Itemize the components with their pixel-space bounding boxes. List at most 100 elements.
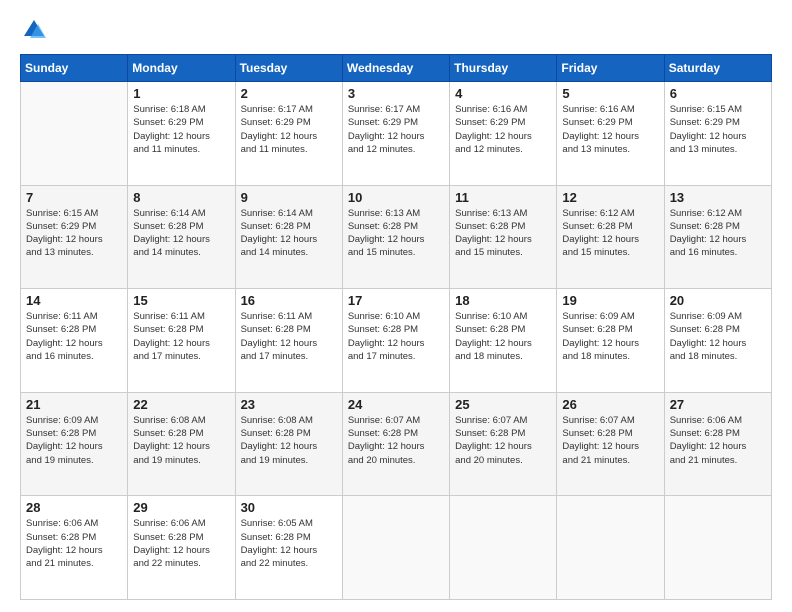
day-number: 9 — [241, 190, 337, 205]
calendar-cell: 13 Sunrise: 6:12 AM Sunset: 6:28 PM Dayli… — [664, 185, 771, 289]
day-info: Sunrise: 6:12 AM Sunset: 6:28 PM Dayligh… — [562, 207, 658, 260]
day-number: 8 — [133, 190, 229, 205]
weekday-header-saturday: Saturday — [664, 55, 771, 82]
calendar-cell: 17 Sunrise: 6:10 AM Sunset: 6:28 PM Dayli… — [342, 289, 449, 393]
calendar-cell: 3 Sunrise: 6:17 AM Sunset: 6:29 PM Daylig… — [342, 82, 449, 186]
calendar-cell: 1Sunrise: 6:18 AM Sunset: 6:29 PM Daylig… — [128, 82, 235, 186]
day-info: Sunrise: 6:08 AM Sunset: 6:28 PM Dayligh… — [133, 414, 229, 467]
calendar-cell: 15 Sunrise: 6:11 AM Sunset: 6:28 PM Dayli… — [128, 289, 235, 393]
day-info: Sunrise: 6:14 AM Sunset: 6:28 PM Dayligh… — [241, 207, 337, 260]
day-number: 27 — [670, 397, 766, 412]
calendar-cell — [664, 496, 771, 600]
calendar-cell: 8 Sunrise: 6:14 AM Sunset: 6:28 PM Daylig… — [128, 185, 235, 289]
day-info: Sunrise: 6:11 AM Sunset: 6:28 PM Dayligh… — [133, 310, 229, 363]
day-number: 16 — [241, 293, 337, 308]
day-number: 10 — [348, 190, 444, 205]
calendar-cell: 28 Sunrise: 6:06 AM Sunset: 6:28 PM Dayli… — [21, 496, 128, 600]
day-number: 18 — [455, 293, 551, 308]
day-info: Sunrise: 6:15 AM Sunset: 6:29 PM Dayligh… — [670, 103, 766, 156]
day-number: 23 — [241, 397, 337, 412]
weekday-header-thursday: Thursday — [450, 55, 557, 82]
calendar-cell: 20 Sunrise: 6:09 AM Sunset: 6:28 PM Dayli… — [664, 289, 771, 393]
calendar-cell: 21 Sunrise: 6:09 AM Sunset: 6:28 PM Dayli… — [21, 392, 128, 496]
day-info: Sunrise: 6:07 AM Sunset: 6:28 PM Dayligh… — [455, 414, 551, 467]
calendar-cell: 12Sunrise: 6:12 AM Sunset: 6:28 PM Dayli… — [557, 185, 664, 289]
day-info: Sunrise: 6:13 AM Sunset: 6:28 PM Dayligh… — [348, 207, 444, 260]
weekday-header-wednesday: Wednesday — [342, 55, 449, 82]
calendar-cell — [342, 496, 449, 600]
calendar-cell: 2Sunrise: 6:17 AM Sunset: 6:29 PM Daylig… — [235, 82, 342, 186]
calendar-cell: 6 Sunrise: 6:15 AM Sunset: 6:29 PM Daylig… — [664, 82, 771, 186]
calendar-cell: 7 Sunrise: 6:15 AM Sunset: 6:29 PM Daylig… — [21, 185, 128, 289]
calendar-cell: 10 Sunrise: 6:13 AM Sunset: 6:28 PM Dayli… — [342, 185, 449, 289]
calendar-week-row: 7 Sunrise: 6:15 AM Sunset: 6:29 PM Daylig… — [21, 185, 772, 289]
day-number: 4 — [455, 86, 551, 101]
day-number: 30 — [241, 500, 337, 515]
day-info: Sunrise: 6:09 AM Sunset: 6:28 PM Dayligh… — [562, 310, 658, 363]
day-info: Sunrise: 6:08 AM Sunset: 6:28 PM Dayligh… — [241, 414, 337, 467]
day-info: Sunrise: 6:06 AM Sunset: 6:28 PM Dayligh… — [670, 414, 766, 467]
day-info: Sunrise: 6:15 AM Sunset: 6:29 PM Dayligh… — [26, 207, 122, 260]
day-number: 7 — [26, 190, 122, 205]
day-info: Sunrise: 6:13 AM Sunset: 6:28 PM Dayligh… — [455, 207, 551, 260]
day-info: Sunrise: 6:07 AM Sunset: 6:28 PM Dayligh… — [348, 414, 444, 467]
calendar-cell: 30 Sunrise: 6:05 AM Sunset: 6:28 PM Dayli… — [235, 496, 342, 600]
calendar-cell: 19 Sunrise: 6:09 AM Sunset: 6:28 PM Dayli… — [557, 289, 664, 393]
day-info: Sunrise: 6:16 AM Sunset: 6:29 PM Dayligh… — [562, 103, 658, 156]
logo — [20, 16, 52, 44]
day-info: Sunrise: 6:12 AM Sunset: 6:28 PM Dayligh… — [670, 207, 766, 260]
day-info: Sunrise: 6:06 AM Sunset: 6:28 PM Dayligh… — [133, 517, 229, 570]
day-number: 13 — [670, 190, 766, 205]
day-number: 20 — [670, 293, 766, 308]
day-info: Sunrise: 6:06 AM Sunset: 6:28 PM Dayligh… — [26, 517, 122, 570]
calendar-cell: 9 Sunrise: 6:14 AM Sunset: 6:28 PM Daylig… — [235, 185, 342, 289]
day-number: 17 — [348, 293, 444, 308]
calendar-header-row: SundayMondayTuesdayWednesdayThursdayFrid… — [21, 55, 772, 82]
day-number: 21 — [26, 397, 122, 412]
calendar-cell: 22 Sunrise: 6:08 AM Sunset: 6:28 PM Dayli… — [128, 392, 235, 496]
calendar-cell: 11 Sunrise: 6:13 AM Sunset: 6:28 PM Dayli… — [450, 185, 557, 289]
day-number: 5 — [562, 86, 658, 101]
day-number: 26 — [562, 397, 658, 412]
day-number: 25 — [455, 397, 551, 412]
day-info: Sunrise: 6:17 AM Sunset: 6:29 PM Dayligh… — [241, 103, 337, 156]
calendar-week-row: 21 Sunrise: 6:09 AM Sunset: 6:28 PM Dayli… — [21, 392, 772, 496]
day-number: 22 — [133, 397, 229, 412]
day-info: Sunrise: 6:11 AM Sunset: 6:28 PM Dayligh… — [26, 310, 122, 363]
calendar-cell: 16 Sunrise: 6:11 AM Sunset: 6:28 PM Dayli… — [235, 289, 342, 393]
day-info: Sunrise: 6:07 AM Sunset: 6:28 PM Dayligh… — [562, 414, 658, 467]
day-number: 28 — [26, 500, 122, 515]
day-number: 29 — [133, 500, 229, 515]
weekday-header-friday: Friday — [557, 55, 664, 82]
day-number: 24 — [348, 397, 444, 412]
weekday-header-tuesday: Tuesday — [235, 55, 342, 82]
day-number: 3 — [348, 86, 444, 101]
day-info: Sunrise: 6:11 AM Sunset: 6:28 PM Dayligh… — [241, 310, 337, 363]
day-info: Sunrise: 6:09 AM Sunset: 6:28 PM Dayligh… — [670, 310, 766, 363]
calendar-week-row: 14 Sunrise: 6:11 AM Sunset: 6:28 PM Dayli… — [21, 289, 772, 393]
day-number: 15 — [133, 293, 229, 308]
weekday-header-sunday: Sunday — [21, 55, 128, 82]
day-info: Sunrise: 6:14 AM Sunset: 6:28 PM Dayligh… — [133, 207, 229, 260]
calendar-cell: 23 Sunrise: 6:08 AM Sunset: 6:28 PM Dayli… — [235, 392, 342, 496]
day-info: Sunrise: 6:05 AM Sunset: 6:28 PM Dayligh… — [241, 517, 337, 570]
weekday-header-monday: Monday — [128, 55, 235, 82]
day-number: 19 — [562, 293, 658, 308]
calendar-cell: 5 Sunrise: 6:16 AM Sunset: 6:29 PM Daylig… — [557, 82, 664, 186]
calendar-cell: 4 Sunrise: 6:16 AM Sunset: 6:29 PM Daylig… — [450, 82, 557, 186]
header — [20, 16, 772, 44]
day-number: 6 — [670, 86, 766, 101]
day-number: 11 — [455, 190, 551, 205]
day-info: Sunrise: 6:16 AM Sunset: 6:29 PM Dayligh… — [455, 103, 551, 156]
day-info: Sunrise: 6:17 AM Sunset: 6:29 PM Dayligh… — [348, 103, 444, 156]
day-number: 14 — [26, 293, 122, 308]
calendar-cell: 26 Sunrise: 6:07 AM Sunset: 6:28 PM Dayli… — [557, 392, 664, 496]
calendar-cell: 25 Sunrise: 6:07 AM Sunset: 6:28 PM Dayli… — [450, 392, 557, 496]
calendar-cell — [557, 496, 664, 600]
day-info: Sunrise: 6:09 AM Sunset: 6:28 PM Dayligh… — [26, 414, 122, 467]
calendar-cell — [450, 496, 557, 600]
calendar-week-row: 28 Sunrise: 6:06 AM Sunset: 6:28 PM Dayli… — [21, 496, 772, 600]
calendar-cell: 14 Sunrise: 6:11 AM Sunset: 6:28 PM Dayli… — [21, 289, 128, 393]
day-info: Sunrise: 6:10 AM Sunset: 6:28 PM Dayligh… — [348, 310, 444, 363]
calendar-cell: 27 Sunrise: 6:06 AM Sunset: 6:28 PM Dayli… — [664, 392, 771, 496]
